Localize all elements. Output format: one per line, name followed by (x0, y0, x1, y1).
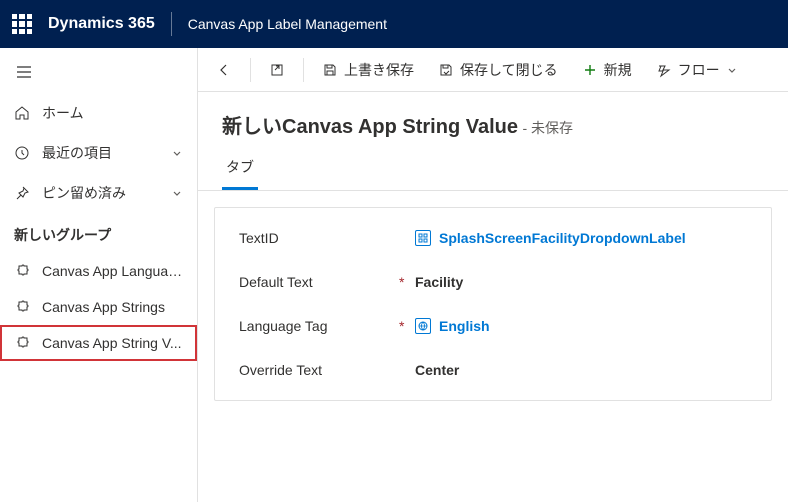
save-label: 上書き保存 (344, 60, 414, 80)
page-status: - 未保存 (522, 120, 573, 136)
lookup-icon (415, 230, 431, 246)
command-separator (250, 58, 251, 82)
app-name: Canvas App Label Management (188, 16, 387, 32)
form-card: TextID SplashScreenFacilityDropdownLabel… (214, 207, 772, 401)
puzzle-icon (14, 299, 30, 315)
field-label: TextID (239, 230, 399, 246)
home-icon (14, 105, 30, 121)
language-tag-value: English (439, 318, 490, 334)
tab-main[interactable]: タブ (222, 147, 258, 190)
field-label: Override Text (239, 362, 399, 378)
top-header-bar: Dynamics 365 Canvas App Label Management (0, 0, 788, 48)
form-tabs: タブ (198, 147, 788, 191)
new-label: 新規 (604, 60, 632, 80)
field-language-tag: Language Tag * English (215, 304, 771, 348)
default-text-value: Facility (415, 274, 463, 290)
nav-home-label: ホーム (42, 103, 183, 123)
sidebar-group-header: 新しいグループ (0, 213, 197, 253)
lookup-icon (415, 318, 431, 334)
nav-pinned-label: ピン留め済み (42, 183, 159, 203)
save-close-button[interactable]: 保存して閉じる (428, 54, 568, 86)
app-launcher-icon[interactable] (12, 14, 32, 34)
sidebar-item-label: Canvas App Languag... (42, 263, 183, 279)
sidebar-item-label: Canvas App String V... (42, 335, 183, 351)
override-text-value: Center (415, 362, 459, 378)
default-text-input[interactable]: Facility (415, 274, 747, 290)
field-default-text: Default Text * Facility (215, 260, 771, 304)
arrow-left-icon (216, 62, 232, 78)
nav-home[interactable]: ホーム (0, 93, 197, 133)
hamburger-toggle[interactable] (0, 56, 197, 93)
nav-recent[interactable]: 最近の項目 (0, 133, 197, 173)
clock-icon (14, 145, 30, 161)
required-marker: * (399, 318, 415, 334)
brand-name: Dynamics 365 (48, 15, 155, 33)
command-bar: 上書き保存 保存して閉じる 新規 フロー (198, 48, 788, 92)
flow-button[interactable]: フロー (646, 54, 748, 86)
pin-icon (14, 185, 30, 201)
plus-icon (582, 62, 598, 78)
sidebar-item-languages[interactable]: Canvas App Languag... (0, 253, 197, 289)
chevron-down-icon (171, 187, 183, 199)
page-header: 新しいCanvas App String Value - 未保存 (198, 92, 788, 147)
save-close-label: 保存して閉じる (460, 60, 558, 80)
back-button[interactable] (206, 56, 242, 84)
flow-label: フロー (678, 60, 720, 80)
puzzle-icon (14, 335, 30, 351)
field-override-text: Override Text Center (215, 348, 771, 392)
textid-lookup[interactable]: SplashScreenFacilityDropdownLabel (415, 230, 747, 246)
override-text-input[interactable]: Center (415, 362, 747, 378)
field-textid: TextID SplashScreenFacilityDropdownLabel (215, 216, 771, 260)
textid-value: SplashScreenFacilityDropdownLabel (439, 230, 686, 246)
puzzle-icon (14, 263, 30, 279)
nav-recent-label: 最近の項目 (42, 143, 159, 163)
sidebar-item-string-values[interactable]: Canvas App String V... (0, 325, 197, 361)
save-close-icon (438, 62, 454, 78)
page-title: 新しいCanvas App String Value (222, 116, 518, 138)
command-separator (303, 58, 304, 82)
field-label: Default Text (239, 274, 399, 290)
sidebar-item-strings[interactable]: Canvas App Strings (0, 289, 197, 325)
sidebar-item-label: Canvas App Strings (42, 299, 183, 315)
save-icon (322, 62, 338, 78)
sidebar: ホーム 最近の項目 ピン留め済み 新しいグループ Canvas App Lang… (0, 48, 198, 502)
open-new-window-button[interactable] (259, 56, 295, 84)
chevron-down-icon (171, 147, 183, 159)
flow-icon (656, 62, 672, 78)
new-button[interactable]: 新規 (572, 54, 642, 86)
required-marker: * (399, 274, 415, 290)
save-button[interactable]: 上書き保存 (312, 54, 424, 86)
content-area: 上書き保存 保存して閉じる 新規 フロー 新しいCanvas App Strin… (198, 48, 788, 502)
nav-pinned[interactable]: ピン留め済み (0, 173, 197, 213)
chevron-down-icon (726, 64, 738, 76)
field-label: Language Tag (239, 318, 399, 334)
header-divider (171, 12, 172, 36)
popout-icon (269, 62, 285, 78)
language-tag-lookup[interactable]: English (415, 318, 747, 334)
